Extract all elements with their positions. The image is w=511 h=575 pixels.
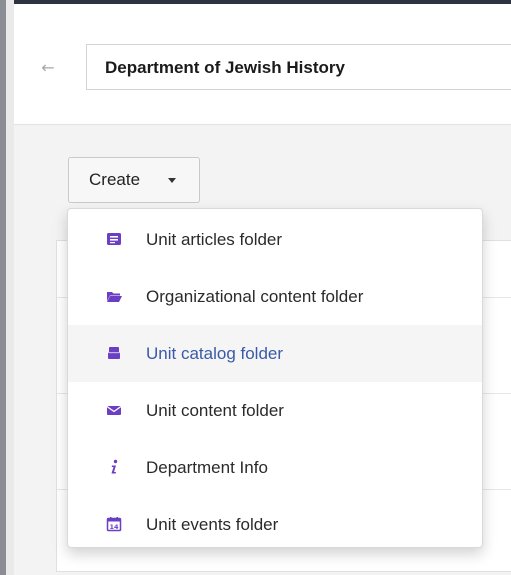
info-icon [111,459,118,474]
svg-text:14: 14 [109,523,119,531]
menu-item-label: Organizational content folder [146,287,364,306]
page-title: Department of Jewish History [105,58,345,77]
app-frame: ← Department of Jewish History Create Un… [0,0,511,575]
menu-item-label: Unit content folder [146,401,284,420]
arrow-left-icon[interactable]: ← [38,58,58,78]
create-dropdown-menu: Unit articles folder Organizational cont… [67,208,483,548]
calendar-icon: 14 [106,517,122,532]
create-button[interactable]: Create [68,157,200,203]
catalog-folder-icon [108,347,120,359]
articles-folder-icon [107,233,121,245]
caret-down-icon [168,178,176,183]
sidebar-strip [6,0,14,575]
menu-item-unit-catalog-folder[interactable]: Unit catalog folder [68,325,482,382]
menu-item-label: Unit catalog folder [146,344,284,363]
title-field[interactable]: Department of Jewish History [86,44,511,90]
envelope-icon [106,405,122,415]
menu-item-unit-events-folder[interactable]: 14 Unit events folder [68,496,482,553]
create-button-label: Create [89,170,141,189]
menu-item-organizational-content-folder[interactable]: Organizational content folder [68,268,482,325]
menu-item-label: Unit events folder [146,515,279,534]
menu-item-label: Unit articles folder [146,230,283,249]
menu-item-department-info[interactable]: Department Info [68,439,482,496]
menu-item-unit-content-folder[interactable]: Unit content folder [68,382,482,439]
menu-item-label: Department Info [146,458,268,477]
menu-item-unit-articles-folder[interactable]: Unit articles folder [68,211,482,268]
folder-open-icon [107,292,122,302]
